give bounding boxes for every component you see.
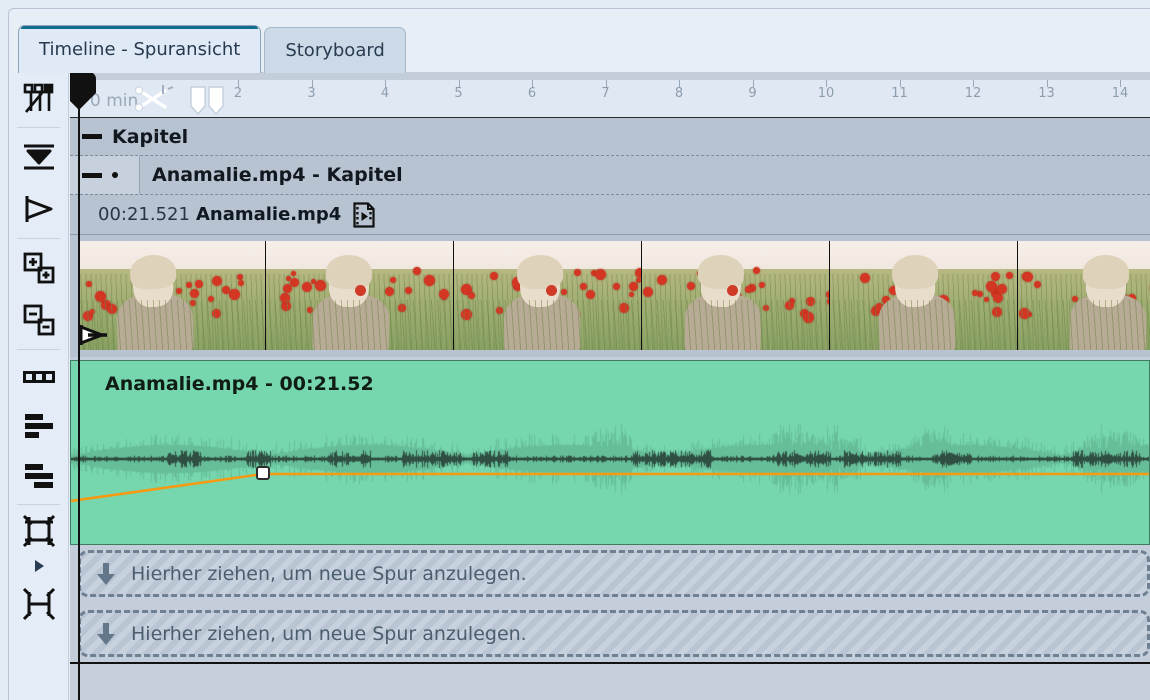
ruler-tick-label: 10 — [818, 86, 835, 101]
drop-down-arrow-icon — [95, 561, 117, 587]
dropzone-label: Hierher ziehen, um neue Spur anzulegen. — [131, 623, 527, 645]
timeline-empty-area[interactable] — [70, 662, 1150, 700]
ruler-tick-label: 9 — [748, 86, 756, 101]
remove-track-icon[interactable] — [9, 294, 69, 346]
chapter-track-label: Kapitel — [112, 126, 188, 148]
track-header-chapter[interactable]: Kapitel — [70, 118, 1150, 156]
fade-envelope-icon[interactable] — [9, 183, 69, 235]
rail-separator-1 — [17, 127, 60, 128]
volume-keyframe-handle[interactable] — [256, 466, 270, 480]
time-ruler[interactable]: 234567891011121314 0 min — [70, 72, 1150, 118]
expand-arrow-icon[interactable] — [9, 554, 69, 578]
split-clip-icon[interactable] — [188, 85, 226, 119]
rail-separator-4 — [17, 504, 60, 505]
collapse-icon[interactable] — [82, 173, 102, 178]
new-track-dropzone[interactable]: Hierher ziehen, um neue Spur anzulegen. — [78, 550, 1150, 597]
drop-down-arrow-icon — [95, 621, 117, 647]
dropzone-row-1[interactable]: Hierher ziehen, um neue Spur anzulegen. — [70, 546, 1150, 601]
tab-storyboard-label: Storyboard — [285, 40, 385, 61]
track-header-chapter-sub[interactable]: Anamalie.mp4 - Kapitel — [70, 156, 1150, 195]
tab-timeline-label: Timeline - Spuransicht — [39, 39, 240, 60]
fade-handle-icon[interactable] — [78, 323, 108, 351]
ruler-tick-label: 2 — [234, 86, 242, 101]
video-file-icon — [353, 202, 375, 228]
video-thumbnail[interactable] — [1018, 241, 1150, 350]
audio-clip-label: Anamalie.mp4 - 00:21.52 — [105, 373, 374, 395]
collapse-icon[interactable] — [82, 134, 102, 139]
editor-window: Timeline - Spuransicht Storyboard — [0, 0, 1150, 700]
video-thumbnail[interactable] — [642, 241, 830, 350]
ruler-tick-label: 6 — [528, 86, 536, 101]
video-thumbnail[interactable] — [454, 241, 642, 350]
rail-separator-3 — [17, 349, 60, 350]
filmstrip-icon[interactable] — [9, 353, 69, 401]
tab-storyboard[interactable]: Storyboard — [264, 27, 406, 73]
rail-separator-2 — [17, 238, 60, 239]
view-tabs: Timeline - Spuransicht Storyboard — [18, 25, 409, 73]
video-thumbnails — [78, 241, 1150, 350]
tab-timeline[interactable]: Timeline - Spuransicht — [18, 25, 261, 73]
ruler-tick-label: 12 — [965, 86, 982, 101]
dropzone-label: Hierher ziehen, um neue Spur anzulegen. — [131, 563, 527, 585]
timeline-toolbar — [9, 72, 69, 700]
ruler-tick-label: 7 — [601, 86, 609, 101]
video-thumbnail[interactable] — [266, 241, 454, 350]
new-track-dropzone[interactable]: Hierher ziehen, um neue Spur anzulegen. — [78, 610, 1150, 657]
video-clip-filename: Anamalie.mp4 — [196, 204, 341, 225]
fit-width-icon[interactable] — [9, 508, 69, 554]
video-clip-timecode: 00:21.521 — [98, 204, 190, 225]
chapter-sub-label: Anamalie.mp4 - Kapitel — [140, 164, 403, 186]
audio-track-clip[interactable]: Anamalie.mp4 - 00:21.52 — [70, 360, 1150, 545]
fit-all-icon[interactable] — [9, 578, 69, 630]
insert-down-icon[interactable] — [9, 131, 69, 183]
ruler-top-strip — [70, 72, 1150, 80]
chapter-sub-controls[interactable] — [70, 156, 140, 194]
timeline-panel[interactable]: 234567891011121314 0 min — [70, 72, 1150, 700]
ruler-tick-label: 4 — [381, 86, 389, 101]
ruler-tick-label: 5 — [454, 86, 462, 101]
dropzone-row-2[interactable]: Hierher ziehen, um neue Spur anzulegen. — [70, 606, 1150, 661]
add-track-icon[interactable] — [9, 242, 69, 294]
ruler-tick-label: 14 — [1112, 86, 1129, 101]
ruler-tick-label: 3 — [307, 86, 315, 101]
scissors-icon[interactable] — [132, 82, 176, 120]
playhead[interactable] — [78, 72, 80, 700]
align-right-icon[interactable] — [9, 451, 69, 501]
chapter-marker-dot[interactable] — [112, 172, 118, 178]
ruler-tick-label: 11 — [891, 86, 908, 101]
video-thumbnail[interactable] — [830, 241, 1018, 350]
ruler-tick-label: 8 — [675, 86, 683, 101]
snap-grid-icon[interactable] — [9, 72, 69, 124]
ruler-tick-label: 13 — [1038, 86, 1055, 101]
video-clip-header[interactable]: 00:21.521 Anamalie.mp4 — [70, 195, 1150, 235]
align-left-icon[interactable] — [9, 401, 69, 451]
video-track-clip[interactable] — [70, 235, 1150, 357]
